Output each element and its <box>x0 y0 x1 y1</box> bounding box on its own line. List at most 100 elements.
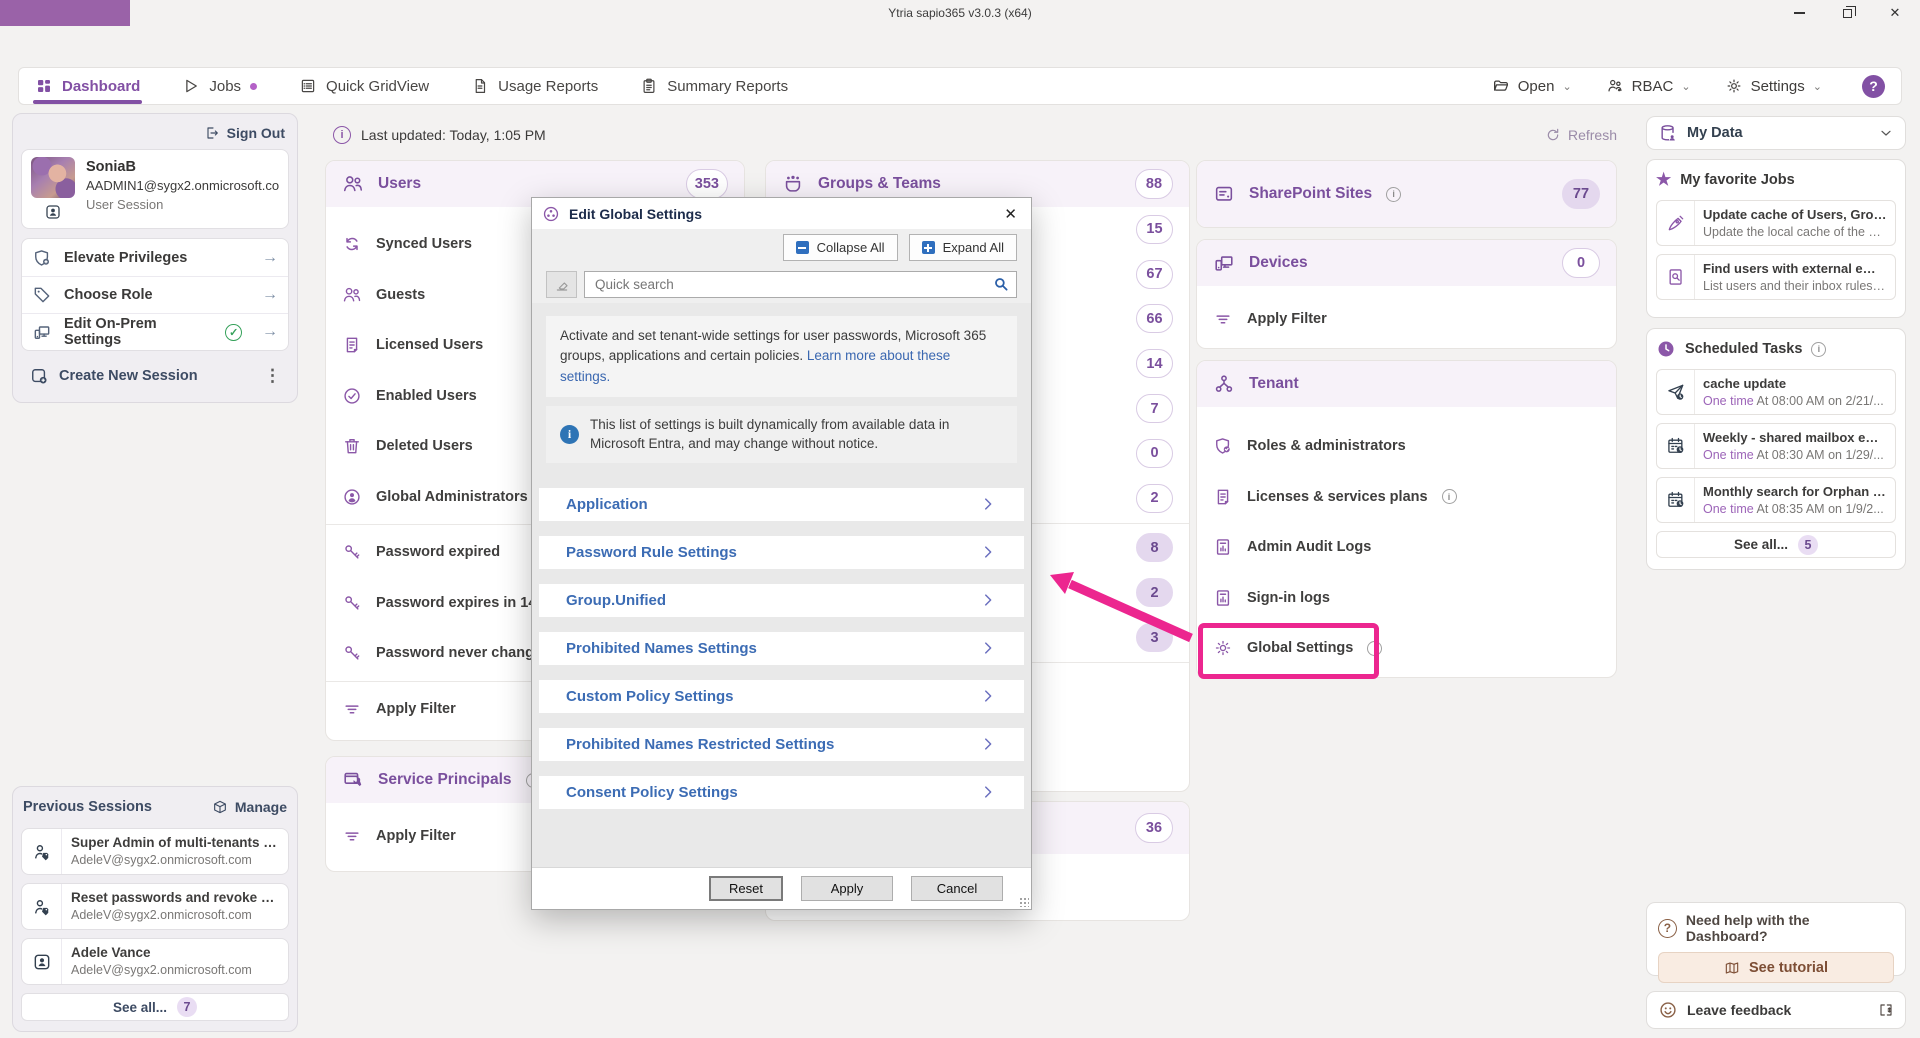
question-icon: ? <box>1658 919 1677 938</box>
send-clock-icon <box>1666 382 1686 402</box>
row-count-badge: 14 <box>1136 349 1173 378</box>
info-icon[interactable]: i <box>1442 489 1457 504</box>
scheduled-task-item[interactable]: cache update One time At 08:00 AM on 2/2… <box>1656 369 1896 415</box>
help-question: Need help with the Dashboard? <box>1686 912 1894 944</box>
expand-icon[interactable] <box>1878 1002 1894 1018</box>
minimize-button[interactable] <box>1790 5 1808 21</box>
menu-item-choose-role[interactable]: Choose Role → <box>22 276 288 313</box>
see-tutorial-button[interactable]: See tutorial <box>1658 952 1894 983</box>
session-title: Reset passwords and revoke sessi... <box>71 890 279 905</box>
close-window-button[interactable]: ✕ <box>1886 5 1904 21</box>
favorite-job-item[interactable]: Find users with external email ... List … <box>1656 254 1896 300</box>
section-group-unified[interactable]: Group.Unified <box>539 584 1024 617</box>
section-password-rule-settings[interactable]: Password Rule Settings <box>539 536 1024 569</box>
tab-quick-gridview[interactable]: Quick GridView <box>299 68 429 104</box>
quick-search-input[interactable] <box>584 271 1017 298</box>
section-consent-policy-settings[interactable]: Consent Policy Settings <box>539 776 1024 809</box>
cancel-button[interactable]: Cancel <box>911 876 1003 901</box>
section-prohibited-names-restricted[interactable]: Prohibited Names Restricted Settings <box>539 728 1024 761</box>
devices-header[interactable]: Devices 0 <box>1197 240 1616 286</box>
section-application[interactable]: Application <box>539 488 1024 521</box>
see-all-tasks-button[interactable]: See all... 5 <box>1656 531 1896 558</box>
sign-out-icon <box>204 125 220 141</box>
dialog-titlebar[interactable]: Edit Global Settings ✕ <box>532 198 1031 229</box>
section-prohibited-names-settings[interactable]: Prohibited Names Settings <box>539 632 1024 665</box>
tab-label: Quick GridView <box>326 78 429 95</box>
info-icon[interactable]: i <box>1811 342 1826 357</box>
tab-jobs[interactable]: Jobs <box>182 68 257 104</box>
see-all-label: See all... <box>1734 537 1788 552</box>
rbac-menu[interactable]: RBAC ⌄ <box>1606 77 1691 95</box>
my-data-bar[interactable]: My Data <box>1646 116 1906 150</box>
settings-sections: Application Password Rule Settings Group… <box>532 488 1031 809</box>
dialog-notice: i This list of settings is built dynamic… <box>546 406 1017 463</box>
collapse-icon <box>796 241 809 254</box>
menu-item-elevate-privileges[interactable]: Elevate Privileges → <box>22 239 288 276</box>
menu-item-edit-onprem-settings[interactable]: Edit On-Prem Settings ✓ → <box>22 313 288 350</box>
row-sign-in-logs[interactable]: Sign-in logs <box>1197 573 1616 624</box>
open-menu[interactable]: Open ⌄ <box>1492 77 1572 95</box>
clear-search-button[interactable] <box>546 271 577 298</box>
row-label: Enabled Users <box>376 388 477 404</box>
dialog-title: Edit Global Settings <box>569 206 702 222</box>
scheduled-task-item[interactable]: Weekly - shared mailbox email... One tim… <box>1656 423 1896 469</box>
info-icon[interactable]: i <box>1386 187 1401 202</box>
card-title: SharePoint Sites <box>1249 185 1372 203</box>
row-count-badge: 8 <box>1136 533 1173 562</box>
restore-button[interactable] <box>1838 5 1856 21</box>
manage-sessions-button[interactable]: Manage <box>212 799 287 815</box>
current-user-card[interactable]: SoniaB AADMIN1@sygx2.onmicrosoft.com Use… <box>21 149 289 229</box>
devices-card: Devices 0 Apply Filter <box>1196 239 1617 349</box>
audit-log-icon <box>1213 588 1233 608</box>
session-email: AdeleV@sygx2.onmicrosoft.com <box>71 908 279 922</box>
scheduled-tasks-title: Scheduled Tasks <box>1685 341 1802 357</box>
chevron-right-icon <box>979 543 997 561</box>
refresh-button[interactable]: Refresh <box>1545 127 1617 143</box>
sign-out-button[interactable]: Sign Out <box>21 121 289 145</box>
previous-session-item[interactable]: Reset passwords and revoke sessi... Adel… <box>21 883 289 930</box>
kebab-menu-icon[interactable]: ⋮ <box>264 366 281 386</box>
previous-session-item[interactable]: Super Admin of multi-tenants - G... Adel… <box>21 828 289 875</box>
admin-person-icon <box>342 487 362 507</box>
favorite-job-item[interactable]: Update cache of Users, Groups... Update … <box>1656 200 1896 246</box>
row-licenses-services-plans[interactable]: Licenses & services plansi <box>1197 472 1616 523</box>
gridview-icon <box>299 77 317 95</box>
menu-label: Edit On-Prem Settings <box>64 316 213 348</box>
resize-grip[interactable] <box>1019 897 1029 907</box>
user-session-icon <box>44 203 62 221</box>
license-icon <box>342 335 362 355</box>
search-icon[interactable] <box>992 275 1010 293</box>
previous-session-item[interactable]: Adele Vance AdeleV@sygx2.onmicrosoft.com <box>21 938 289 985</box>
session-email: AdeleV@sygx2.onmicrosoft.com <box>71 853 279 867</box>
apply-button[interactable]: Apply <box>801 876 893 901</box>
sharepoint-header[interactable]: SharePoint Sites i 77 <box>1197 161 1616 227</box>
row-global-settings[interactable]: Global Settingsi <box>1197 623 1616 674</box>
feedback-label: Leave feedback <box>1687 1002 1791 1018</box>
scheduled-task-item[interactable]: Monthly search for Orphan On... One time… <box>1656 477 1896 523</box>
tab-dashboard[interactable]: Dashboard <box>35 68 140 104</box>
tab-summary-reports[interactable]: Summary Reports <box>640 68 788 104</box>
tenant-card: Tenant Roles & administrators Licenses &… <box>1196 360 1617 678</box>
menu-label: Choose Role <box>64 287 153 303</box>
calendar-clock-icon <box>1666 436 1686 456</box>
reset-button[interactable]: Reset <box>709 876 783 901</box>
help-panel: ? Need help with the Dashboard? See tuto… <box>1646 902 1906 976</box>
menu-label: Elevate Privileges <box>64 250 187 266</box>
person-square-icon <box>32 952 52 972</box>
info-icon[interactable]: i <box>1367 641 1382 656</box>
leave-feedback-bar[interactable]: Leave feedback <box>1646 991 1906 1029</box>
row-roles-administrators[interactable]: Roles & administrators <box>1197 421 1616 472</box>
settings-menu[interactable]: Settings ⌄ <box>1725 77 1822 95</box>
expand-all-button[interactable]: Expand All <box>909 234 1017 261</box>
close-dialog-button[interactable]: ✕ <box>1000 205 1021 223</box>
row-admin-audit-logs[interactable]: Admin Audit Logs <box>1197 522 1616 573</box>
create-new-session-button[interactable]: Create New Session ⋮ <box>21 360 289 392</box>
help-button[interactable]: ? <box>1862 75 1885 98</box>
tenant-header[interactable]: Tenant <box>1197 361 1616 407</box>
section-custom-policy-settings[interactable]: Custom Policy Settings <box>539 680 1024 713</box>
tab-usage-reports[interactable]: Usage Reports <box>471 68 598 104</box>
collapse-all-button[interactable]: Collapse All <box>783 234 898 261</box>
arrow-right-icon: → <box>262 286 278 304</box>
see-all-sessions-button[interactable]: See all... 7 <box>21 993 289 1021</box>
devices-apply-filter-button[interactable]: Apply Filter <box>1197 294 1616 345</box>
